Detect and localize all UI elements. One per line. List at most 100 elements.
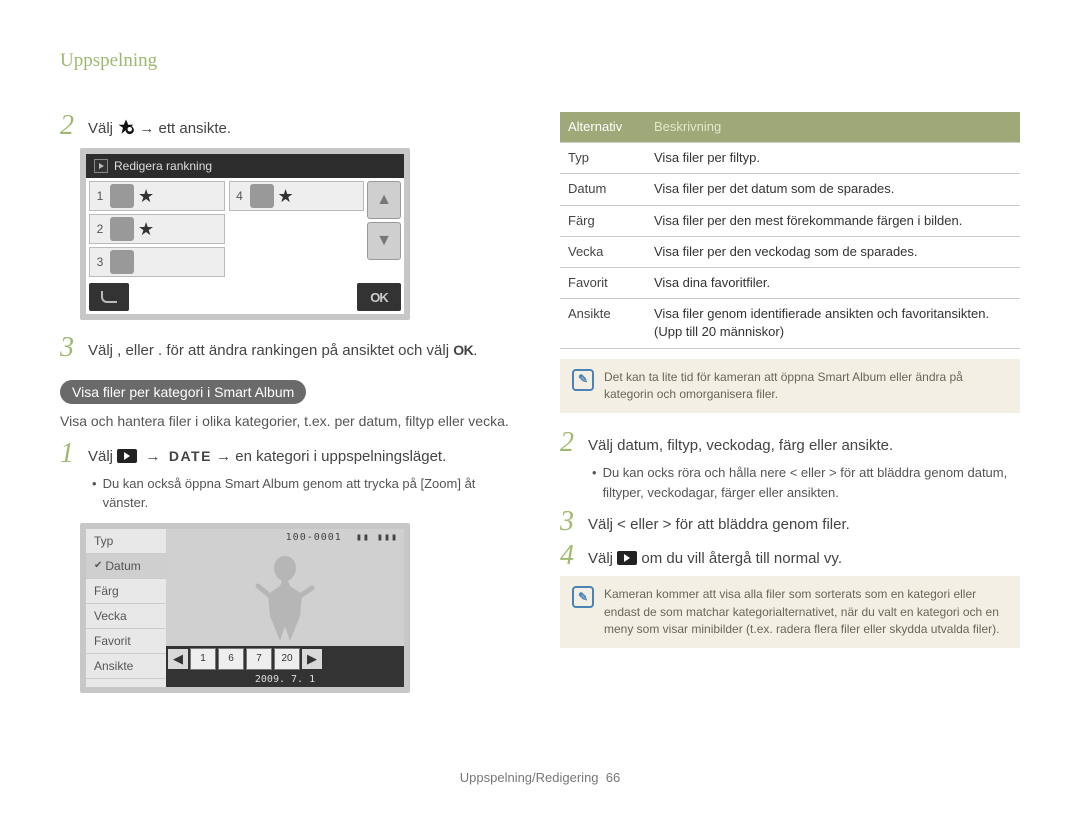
bullet: Du kan också öppna Smart Album genom att…	[92, 474, 520, 513]
bullet: Du kan ocks röra och hålla nere < eller …	[592, 463, 1020, 502]
preview-image	[166, 546, 404, 646]
text: Välj , eller . för att ändra rankingen p…	[88, 342, 453, 359]
label: Ansikte	[94, 659, 133, 673]
star-icon: ★	[138, 220, 154, 238]
step-text: Välj datum, filtyp, veckodag, färg eller…	[588, 429, 893, 456]
page: Uppspelning 2 Välj → ett ansikte.	[0, 0, 1080, 815]
rank-editing-screen: Redigera rankning 1 ★ 2	[80, 148, 410, 320]
screen-title: Redigera rankning	[114, 159, 212, 173]
down-button[interactable]: ▼	[367, 222, 401, 260]
info-icon: ✎	[572, 369, 594, 391]
rank-number: 3	[94, 255, 106, 269]
step-text: Välj < eller > för att bläddra genom fil…	[588, 508, 850, 535]
footer-page-number: 66	[606, 770, 620, 785]
category-menu: Typ ✔Datum Färg Vecka Favorit Ansikte	[86, 529, 166, 687]
bullet-text: Du kan också öppna Smart Album genom att…	[103, 474, 520, 513]
opt-name: Datum	[560, 174, 646, 205]
ok-text-icon: OK	[453, 342, 473, 358]
note-box: ✎ Det kan ta lite tid för kameran att öp…	[560, 359, 1020, 414]
menu-item-date[interactable]: ✔Datum	[86, 554, 166, 579]
header-option: Alternativ	[560, 112, 646, 143]
step-number: 3	[60, 334, 80, 362]
thumb[interactable]: 20	[274, 648, 300, 670]
menu-item-type[interactable]: Typ	[86, 529, 166, 554]
check-icon: ✔	[94, 560, 102, 571]
rank-number: 4	[234, 189, 246, 203]
preview-pane: 100-0001 ▮▮ ▮▮▮ ◀ 1 6	[166, 529, 404, 687]
step-text: Välj → DATE → en kategori i uppspelnings…	[88, 440, 446, 467]
info-icon: ✎	[572, 586, 594, 608]
ok-button[interactable]: OK	[357, 283, 401, 311]
opt-desc: Visa filer genom identifierade ansikten …	[646, 299, 1020, 348]
table-row: AnsikteVisa filer genom identifierade an…	[560, 299, 1020, 348]
table-header: Alternativ Beskrivning	[560, 112, 1020, 143]
opt-desc: Visa filer per den veckodag som de spara…	[646, 236, 1020, 267]
thumb[interactable]: 6	[218, 648, 244, 670]
text: om du vill återgå till normal vy.	[641, 550, 842, 567]
prev-arrow[interactable]: ◀	[168, 649, 188, 669]
face-thumb	[110, 217, 134, 241]
thumb[interactable]: 7	[246, 648, 272, 670]
rank-column-left: 1 ★ 2 ★ 3	[89, 181, 225, 277]
right-column: Alternativ Beskrivning TypVisa filer per…	[560, 112, 1020, 693]
date-icon: DATE	[169, 448, 212, 464]
menu-item-face[interactable]: Ansikte	[86, 654, 166, 679]
step-text: Välj → ett ansikte.	[88, 112, 231, 139]
page-footer: Uppspelning/Redigering 66	[0, 770, 1080, 785]
table-row: FavoritVisa dina favoritfiler.	[560, 267, 1020, 298]
text: → ett ansikte.	[139, 120, 231, 137]
header-desc: Beskrivning	[646, 112, 1020, 143]
opt-name: Vecka	[560, 236, 646, 267]
footer-section: Uppspelning/Redigering	[460, 770, 599, 785]
thumb[interactable]: 1	[190, 648, 216, 670]
left-column: 2 Välj → ett ansikte.	[60, 112, 520, 693]
up-button[interactable]: ▲	[367, 181, 401, 219]
menu-item-week[interactable]: Vecka	[86, 604, 166, 629]
label: Vecka	[94, 609, 127, 623]
table-row: TypVisa filer per filtyp.	[560, 143, 1020, 174]
menu-item-favorite[interactable]: Favorit	[86, 629, 166, 654]
face-thumb	[250, 184, 274, 208]
text: Välj	[88, 120, 117, 137]
star-icon: ★	[138, 187, 154, 205]
rank-row[interactable]: 3	[89, 247, 225, 277]
step-number: 4	[560, 542, 580, 570]
playback-icon	[617, 551, 637, 565]
table-row: FärgVisa filer per den mest förekommande…	[560, 205, 1020, 236]
label: Typ	[94, 534, 113, 548]
two-column-layout: 2 Välj → ett ansikte.	[60, 112, 1020, 693]
step-1: 1 Välj → DATE → en kategori i uppspelnin…	[60, 440, 520, 468]
rank-row[interactable]: 1 ★	[89, 181, 225, 211]
opt-name: Färg	[560, 205, 646, 236]
rank-body: 1 ★ 2 ★ 3	[86, 178, 367, 280]
star-icon: ★	[278, 187, 294, 205]
step-number: 2	[60, 112, 80, 140]
step-number: 2	[560, 429, 580, 457]
opt-desc: Visa filer per filtyp.	[646, 143, 1020, 174]
text: Välj	[588, 550, 617, 567]
table-row: VeckaVisa filer per den veckodag som de …	[560, 236, 1020, 267]
star-face-icon	[117, 119, 135, 135]
table-row: DatumVisa filer per det datum som de spa…	[560, 174, 1020, 205]
opt-desc: Visa dina favoritfiler.	[646, 267, 1020, 298]
step-4r: 4 Välj om du vill återgå till normal vy.	[560, 542, 1020, 570]
opt-desc: Visa filer per det datum som de sparades…	[646, 174, 1020, 205]
menu-item-color[interactable]: Färg	[86, 579, 166, 604]
label: Färg	[94, 584, 119, 598]
file-counter: 100-0001 ▮▮ ▮▮▮	[166, 529, 404, 546]
step-2: 2 Välj → ett ansikte.	[60, 112, 520, 140]
step-number: 1	[60, 440, 80, 468]
next-arrow[interactable]: ▶	[302, 649, 322, 669]
back-button[interactable]	[89, 283, 129, 311]
rank-row[interactable]: 2 ★	[89, 214, 225, 244]
rank-number: 2	[94, 222, 106, 236]
description: Visa och hantera filer i olika kategorie…	[60, 412, 520, 432]
step-text: Välj , eller . för att ändra rankingen p…	[88, 334, 477, 361]
bullet-text: Du kan ocks röra och hålla nere < eller …	[603, 463, 1020, 502]
label: Favorit	[94, 634, 131, 648]
page-title: Uppspelning	[60, 50, 1020, 72]
text: Välj	[88, 448, 117, 465]
subheading: Visa filer per kategori i Smart Album	[60, 380, 306, 404]
step-2r: 2 Välj datum, filtyp, veckodag, färg ell…	[560, 429, 1020, 457]
rank-row[interactable]: 4 ★	[229, 181, 365, 211]
